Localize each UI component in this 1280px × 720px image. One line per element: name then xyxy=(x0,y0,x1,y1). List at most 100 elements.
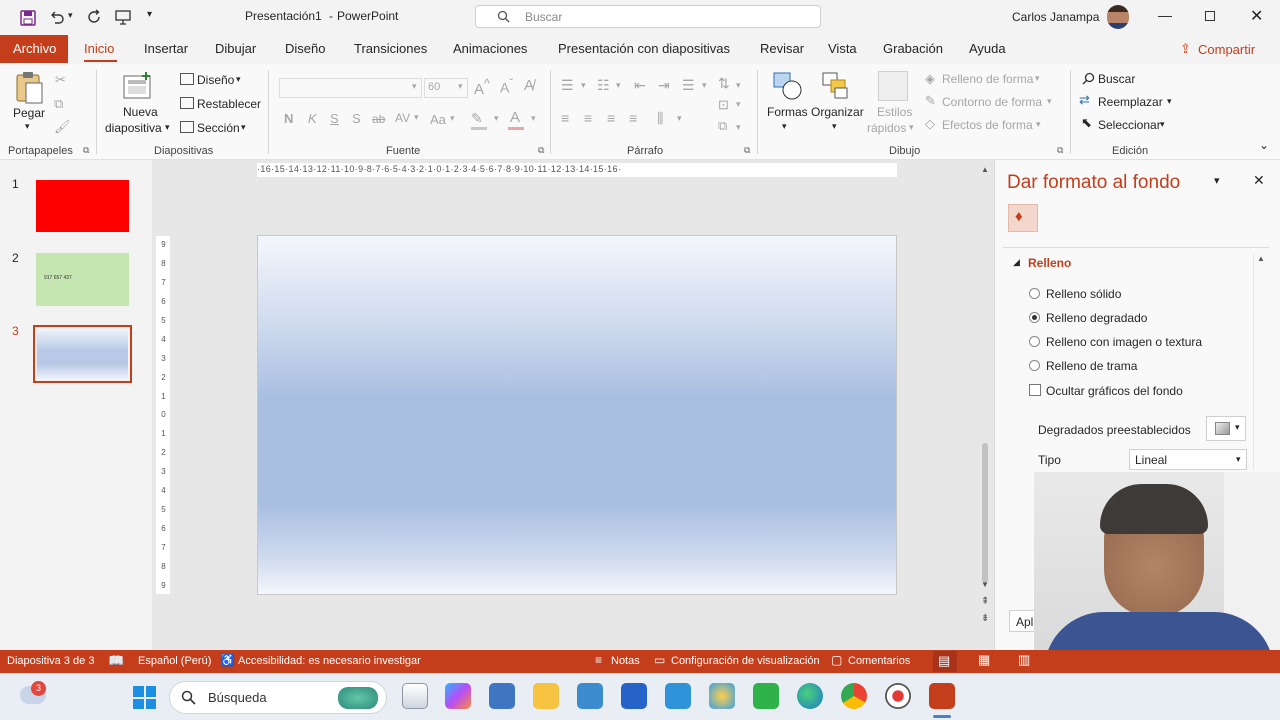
shape-fill-dropdown-icon[interactable]: ▾ xyxy=(1035,73,1040,84)
scroll-up-icon[interactable]: ▲ xyxy=(981,165,989,174)
layout-dropdown-icon[interactable]: ▾ xyxy=(236,74,241,85)
panel-scroll-up-icon[interactable]: ▲ xyxy=(1257,254,1265,263)
undo-dropdown-icon[interactable]: ▾ xyxy=(68,10,73,21)
hide-graphics-checkbox[interactable] xyxy=(1029,384,1041,396)
new-slide-icon[interactable] xyxy=(121,71,155,103)
layout-icon[interactable] xyxy=(180,73,194,85)
smartart-icon[interactable]: ⧉ xyxy=(718,118,727,134)
arrange-label[interactable]: Organizar xyxy=(811,105,864,119)
shrink-font-icon[interactable]: Aˇ xyxy=(500,77,513,96)
shape-effects-dropdown-icon[interactable]: ▾ xyxy=(1036,119,1041,130)
char-spacing-button[interactable]: AV xyxy=(395,111,410,125)
panel-close-icon[interactable]: ✕ xyxy=(1253,172,1265,189)
font-name-combo[interactable] xyxy=(279,78,422,98)
layout-label[interactable]: Diseño xyxy=(197,73,234,87)
start-button[interactable] xyxy=(133,686,156,709)
shape-effects-label[interactable]: Efectos de forma xyxy=(942,118,1033,132)
bold-button[interactable]: N xyxy=(284,111,293,126)
user-avatar[interactable] xyxy=(1107,5,1129,29)
tab-insertar[interactable]: Insertar xyxy=(144,41,188,56)
shape-outline-label[interactable]: Contorno de forma xyxy=(942,95,1042,109)
solid-fill-label[interactable]: Relleno sólido xyxy=(1046,287,1121,301)
task-view-icon[interactable] xyxy=(402,683,428,709)
accessibility-label[interactable]: Accesibilidad: es necesario investigar xyxy=(238,655,421,667)
solid-fill-radio[interactable] xyxy=(1029,288,1040,299)
smartart-dropdown-icon[interactable]: ▾ xyxy=(736,122,741,133)
columns-icon[interactable]: ⫼ xyxy=(657,110,663,127)
display-settings-button[interactable]: Configuración de visualización xyxy=(671,655,820,667)
customize-toolbar-icon[interactable]: ▾ xyxy=(147,9,152,20)
share-button[interactable]: ⇪ Compartir xyxy=(1173,38,1267,62)
line-spacing-icon[interactable]: ☰ xyxy=(682,77,695,94)
quick-styles-label-2[interactable]: rápidos xyxy=(867,121,906,135)
camtasia-icon[interactable] xyxy=(753,683,779,709)
reset-icon[interactable] xyxy=(180,97,194,109)
gradient-fill-label[interactable]: Relleno degradado xyxy=(1046,311,1147,325)
paste-label[interactable]: Pegar xyxy=(13,106,45,120)
chrome-icon[interactable] xyxy=(841,683,867,709)
numbering-dropdown-icon[interactable]: ▾ xyxy=(616,80,621,91)
tab-revisar[interactable]: Revisar xyxy=(760,41,804,56)
comments-button[interactable]: Comentarios xyxy=(848,655,910,667)
new-slide-label-1[interactable]: Nueva xyxy=(123,105,158,119)
tab-presentacion[interactable]: Presentación con diapositivas xyxy=(558,41,730,56)
tab-inicio[interactable]: Inicio xyxy=(84,41,114,56)
vertical-scrollbar[interactable]: ▲ ▼ ⇞ ⇟ xyxy=(978,163,992,624)
arrange-icon[interactable] xyxy=(820,70,852,102)
pattern-fill-radio[interactable] xyxy=(1029,360,1040,371)
increase-indent-icon[interactable]: ⇥ xyxy=(658,77,670,94)
pattern-fill-label[interactable]: Relleno de trama xyxy=(1046,359,1137,373)
next-slide-icon[interactable]: ⇟ xyxy=(981,613,989,624)
undo-icon[interactable] xyxy=(48,8,66,26)
redo-icon[interactable] xyxy=(85,8,103,26)
decrease-indent-icon[interactable]: ⇤ xyxy=(634,77,646,94)
save-icon[interactable] xyxy=(19,9,36,26)
shadow-button[interactable]: S xyxy=(352,111,361,126)
section-label[interactable]: Sección xyxy=(197,121,240,135)
font-name-dropdown-icon[interactable]: ▾ xyxy=(412,81,417,92)
italic-button[interactable]: K xyxy=(308,111,317,126)
justify-icon[interactable]: ≡ xyxy=(629,110,637,126)
shape-outline-dropdown-icon[interactable]: ▾ xyxy=(1047,96,1052,107)
font-launcher-icon[interactable]: ⧉ xyxy=(538,145,544,156)
replace-label[interactable]: Reemplazar xyxy=(1098,95,1163,109)
change-case-button[interactable]: Aa xyxy=(430,112,446,127)
shape-outline-icon[interactable]: ✎ xyxy=(925,93,936,109)
align-text-dropdown-icon[interactable]: ▾ xyxy=(736,99,741,110)
search-box[interactable]: Buscar xyxy=(475,5,821,28)
display-settings-icon[interactable]: ▭ xyxy=(654,653,665,667)
file-explorer-icon[interactable] xyxy=(533,683,559,709)
type-select[interactable]: Lineal ▾ xyxy=(1129,449,1247,470)
section-icon[interactable] xyxy=(180,121,194,133)
app-blue-icon[interactable] xyxy=(621,683,647,709)
tab-diseno[interactable]: Diseño xyxy=(285,41,325,56)
tab-grabacion[interactable]: Grabación xyxy=(883,41,943,56)
copy-icon[interactable]: ⧉ xyxy=(54,96,63,112)
quick-styles-icon[interactable] xyxy=(878,71,908,101)
taskbar-search[interactable]: Búsqueda xyxy=(169,681,387,714)
tab-ayuda[interactable]: Ayuda xyxy=(969,41,1006,56)
tab-transiciones[interactable]: Transiciones xyxy=(354,41,427,56)
present-from-start-icon[interactable] xyxy=(114,8,132,26)
numbering-icon[interactable]: ☷ xyxy=(597,77,610,94)
char-spacing-dropdown-icon[interactable]: ▾ xyxy=(414,112,419,123)
align-left-icon[interactable]: ≡ xyxy=(561,110,569,126)
format-painter-icon[interactable]: 🖌 xyxy=(54,119,71,135)
bullets-icon[interactable]: ☰ xyxy=(561,77,574,94)
align-right-icon[interactable]: ≡ xyxy=(607,110,615,126)
select-dropdown-icon[interactable]: ▾ xyxy=(1160,119,1165,130)
user-name[interactable]: Carlos Janampa xyxy=(1012,10,1099,24)
quick-styles-label-1[interactable]: Estilos xyxy=(877,105,912,119)
accessibility-icon[interactable]: ♿ xyxy=(220,653,235,667)
cut-icon[interactable]: ✂ xyxy=(55,72,66,88)
slide-thumbnail-selected[interactable] xyxy=(33,325,132,383)
tab-archivo[interactable]: Archivo xyxy=(0,35,68,63)
paste-icon[interactable] xyxy=(12,70,46,106)
line-spacing-dropdown-icon[interactable]: ▾ xyxy=(702,80,707,91)
text-direction-dropdown-icon[interactable]: ▾ xyxy=(736,80,741,91)
notes-button[interactable]: Notas xyxy=(611,655,640,667)
grow-font-icon[interactable]: A^ xyxy=(474,77,490,98)
tab-animaciones[interactable]: Animaciones xyxy=(453,41,527,56)
reading-view-icon[interactable]: ▥ xyxy=(1018,652,1030,668)
calculator-icon[interactable] xyxy=(489,683,515,709)
